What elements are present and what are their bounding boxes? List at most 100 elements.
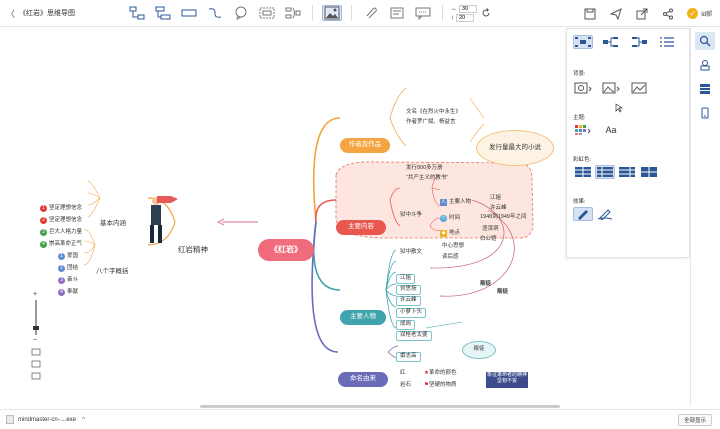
font-icon: Aa: [605, 125, 617, 135]
author-line-1[interactable]: 文名《在烈火中永生》: [406, 109, 461, 116]
back-button[interactable]: 〈: [6, 7, 15, 20]
naming-origin-topic[interactable]: 命名由来: [338, 372, 388, 387]
reset-size-button[interactable]: [480, 5, 492, 21]
sidebar-format-button[interactable]: [695, 32, 715, 50]
send-button[interactable]: [609, 7, 623, 21]
connotation-item-4[interactable]: 4 崇高革命正气: [40, 241, 82, 248]
rainbow-option-1[interactable]: [573, 165, 593, 179]
relationship-label-1[interactable]: 叛徒: [480, 281, 491, 288]
naming-rock[interactable]: 岩石: [400, 382, 411, 389]
bestseller-callout[interactable]: 发行量最大的小说: [476, 130, 554, 166]
background-watermark-button[interactable]: [629, 81, 649, 95]
main-characters-sub[interactable]: 人主要人物: [440, 199, 471, 206]
connotation-item-3[interactable]: 3 巨大人格力量: [40, 229, 82, 236]
effect-handdrawn-button[interactable]: [595, 207, 615, 221]
background-image-icon: [602, 82, 620, 94]
main-content-topic[interactable]: 主要内容: [336, 220, 386, 235]
image-icon: [324, 6, 340, 20]
rainbow-option-4[interactable]: [639, 165, 659, 179]
place-value-2[interactable]: 白公馆: [480, 236, 497, 243]
char-name-2[interactable]: 许云峰: [490, 205, 507, 212]
eight-word-2[interactable]: 2 团结: [58, 265, 78, 272]
save-button[interactable]: [583, 7, 597, 21]
summary-tool-button[interactable]: [283, 5, 303, 21]
export-button[interactable]: [635, 7, 649, 21]
sidebar-outline-button[interactable]: [695, 80, 715, 98]
topic-tool-button[interactable]: [127, 5, 147, 21]
character-shuangqiang[interactable]: 双枪老太婆: [396, 331, 432, 341]
layout-list-button[interactable]: [657, 35, 677, 49]
traitor-callout[interactable]: 叛徒: [462, 341, 496, 359]
number-1-icon: 1: [58, 253, 65, 260]
eight-words-topic[interactable]: 八个字概括: [96, 268, 129, 276]
character-chenggang[interactable]: 成岗: [396, 320, 416, 330]
floating-topic-tool-button[interactable]: [179, 5, 199, 21]
right-toolbar: ✓ ld郝: [577, 0, 720, 27]
share-button[interactable]: [661, 7, 675, 21]
rainbow-option-3[interactable]: [617, 165, 637, 179]
sales-line-2[interactable]: “共产主义的教书”: [406, 175, 448, 182]
prison-struggle-topic[interactable]: 狱中斗争: [400, 212, 422, 219]
naming-red-desc[interactable]: ★革命的颜色: [424, 370, 456, 377]
horizontal-scrollbar[interactable]: [200, 405, 560, 408]
character-jiangjie[interactable]: 江姐: [396, 274, 416, 284]
relationship-tool-button[interactable]: [205, 5, 225, 21]
image-tool-button[interactable]: [322, 5, 342, 21]
prison-work-topic[interactable]: 狱中散文: [400, 249, 422, 256]
link-tool-button[interactable]: [387, 5, 407, 21]
background-color-button[interactable]: [573, 81, 593, 95]
central-idea[interactable]: 中心思想: [442, 243, 464, 250]
attachment-tool-button[interactable]: [361, 5, 381, 21]
effect-pen-button[interactable]: [573, 207, 593, 221]
character-xuyunfeng[interactable]: 许云峰: [396, 296, 421, 306]
character-puzhigao[interactable]: 甫志高: [396, 352, 421, 362]
place-value-1[interactable]: 渣滓洞: [482, 226, 499, 233]
red-rock-spirit-topic[interactable]: 红岩精神: [178, 246, 208, 254]
height-input[interactable]: [456, 13, 474, 22]
theme-font-button[interactable]: Aa: [601, 123, 621, 137]
layout-right-button[interactable]: [601, 35, 621, 49]
user-account[interactable]: ✓ ld郝: [687, 8, 712, 19]
width-input[interactable]: [459, 4, 477, 13]
eight-word-1[interactable]: 1 爱国: [58, 253, 78, 260]
place-sub[interactable]: ◆ 地点: [440, 230, 460, 237]
sales-line-1[interactable]: 发行800多万册: [406, 165, 443, 172]
layout-tree-button[interactable]: [629, 35, 649, 49]
comment-tool-button[interactable]: [413, 5, 433, 21]
time-sub[interactable]: ◷ 时间: [440, 215, 460, 222]
connotation-item-2[interactable]: 2 坚定理想信念: [40, 217, 82, 224]
time-value[interactable]: 1948到1949年之间: [480, 214, 526, 221]
download-item[interactable]: mindmaster-cn-....exe ^: [6, 415, 85, 424]
chevron-up-icon[interactable]: ^: [82, 417, 85, 423]
callout-tool-button[interactable]: [231, 5, 251, 21]
naming-red[interactable]: 红: [400, 370, 406, 377]
reflection[interactable]: 读后感: [442, 254, 459, 261]
layout-map-button[interactable]: [573, 35, 593, 49]
connotation-item-1[interactable]: 1 坚定理想信念: [40, 205, 82, 212]
tree-layout-icon: [632, 37, 647, 47]
character-xiaoluobotou[interactable]: 小萝卜头: [396, 308, 427, 318]
characters-topic[interactable]: 主要人物: [340, 310, 386, 325]
central-topic[interactable]: 《红岩》: [258, 239, 314, 261]
boundary-tool-button[interactable]: [257, 5, 277, 21]
zoom-slider[interactable]: + −: [30, 290, 42, 380]
naming-rock-desc[interactable]: ⚑坚硬的物质: [424, 382, 456, 389]
char-name-1[interactable]: 江姐: [490, 195, 501, 202]
eight-word-3[interactable]: 3 奋斗: [58, 277, 78, 284]
subtopic-tool-button[interactable]: [153, 5, 173, 21]
author-works-topic[interactable]: 作者及作品: [340, 138, 390, 153]
eight-word-4[interactable]: 4 奉献: [58, 289, 78, 296]
download-filename: mindmaster-cn-....exe: [18, 416, 77, 423]
show-all-button[interactable]: 全部显示: [677, 414, 712, 426]
character-liusiyang[interactable]: 刘思扬: [396, 285, 421, 295]
basic-connotation-topic[interactable]: 基本内涵: [100, 220, 126, 228]
rainbow-option-2[interactable]: [595, 165, 615, 179]
naming-summary[interactable]: 象征革命者的精神坚韧不拔: [486, 372, 528, 388]
background-image-button[interactable]: [601, 81, 621, 95]
author-line-2[interactable]: 作者罗广斌、杨益言: [406, 119, 456, 126]
attachment-icon: [366, 7, 377, 19]
sidebar-presentation-button[interactable]: [695, 104, 715, 122]
theme-color-button[interactable]: [573, 123, 593, 137]
relationship-label-2[interactable]: 叛徒: [497, 289, 508, 296]
sidebar-clipart-button[interactable]: [695, 56, 715, 74]
